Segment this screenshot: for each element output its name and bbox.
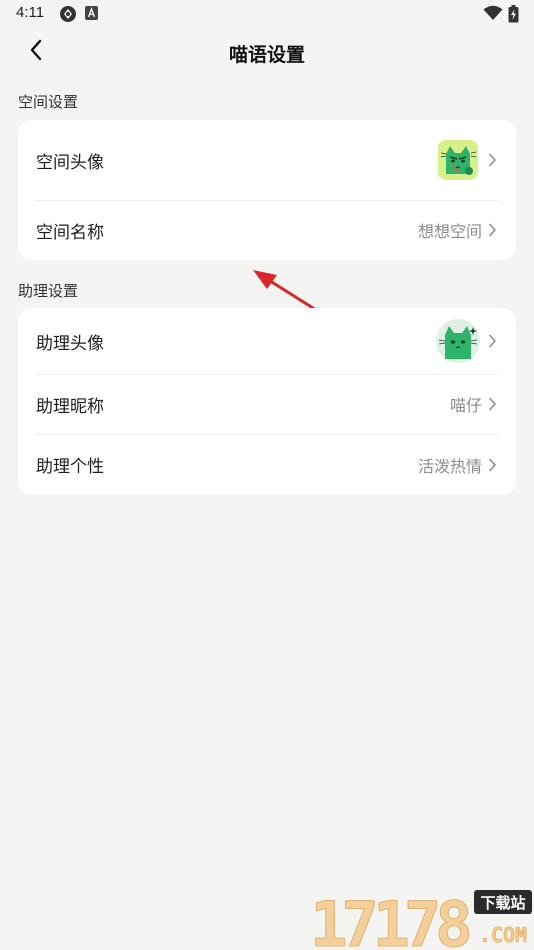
section-title-assistant: 助理设置	[18, 282, 79, 300]
header: 喵语设置	[0, 30, 534, 74]
chevron-right-icon	[488, 222, 498, 238]
section-title-space: 空间设置	[18, 93, 79, 111]
wifi-icon	[483, 5, 503, 25]
page-title: 喵语设置	[228, 44, 305, 66]
space-avatar-image	[438, 140, 478, 180]
watermark-logo: 17178 下载站 .COM	[308, 886, 534, 950]
assistant-avatar-image	[436, 319, 480, 363]
space-name-label: 空间名称	[36, 222, 104, 243]
watermark-number: 17178	[310, 888, 469, 950]
assistant-personality-label: 助理个性	[36, 457, 104, 477]
space-name-value: 想想空间	[417, 222, 482, 241]
status-time: 4:11	[16, 4, 45, 21]
space-settings-card: 空间头像 空间名称 想想空间	[18, 120, 516, 260]
assistant-personality-value: 活泼热情	[417, 456, 482, 476]
watermark-suffix: .COM	[479, 923, 527, 947]
assistant-personality-row[interactable]: 助理个性 活泼热情	[36, 434, 498, 495]
assistant-nickname-row[interactable]: 助理昵称 喵仔	[36, 374, 498, 434]
watermark-tag: 下载站	[480, 894, 525, 912]
space-avatar-label: 空间头像	[36, 152, 104, 173]
chevron-right-icon	[488, 457, 498, 473]
chevron-right-icon	[488, 396, 498, 412]
assistant-settings-card: 助理头像 助理昵称 喵仔 助理个性 活泼热情	[18, 308, 516, 495]
sync-icon	[59, 5, 77, 27]
space-avatar-row[interactable]: 空间头像	[36, 120, 498, 200]
assistant-avatar-row[interactable]: 助理头像	[36, 308, 498, 374]
space-name-row[interactable]: 空间名称 想想空间	[36, 200, 498, 260]
assistant-avatar-label: 助理头像	[36, 333, 104, 354]
chevron-right-icon	[488, 333, 498, 349]
status-bar: 4:11	[0, 0, 534, 28]
chevron-right-icon	[488, 152, 498, 168]
app-notification-icon	[85, 5, 99, 25]
assistant-nickname-value: 喵仔	[449, 396, 482, 415]
assistant-nickname-label: 助理昵称	[36, 396, 104, 417]
battery-icon	[508, 5, 519, 27]
